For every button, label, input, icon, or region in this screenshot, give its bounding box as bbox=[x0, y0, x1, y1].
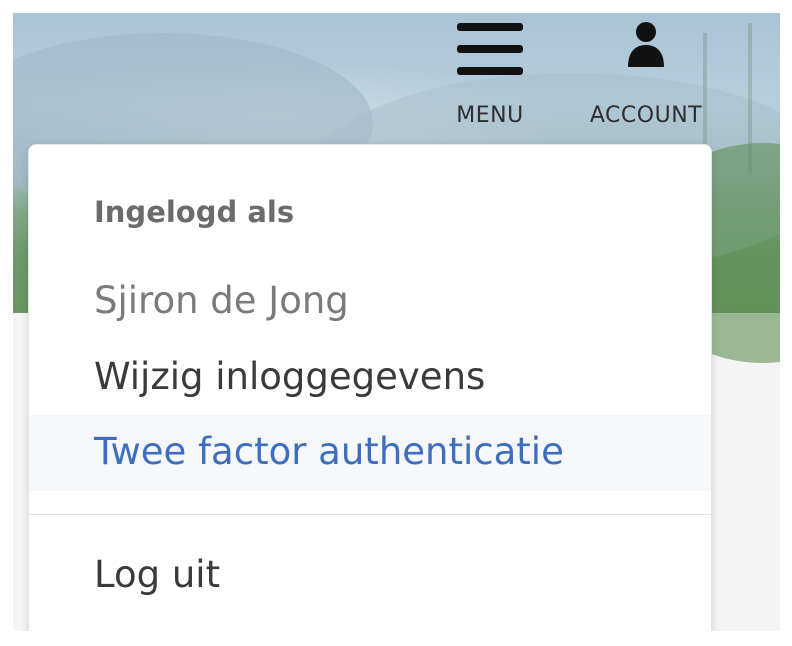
logout-item[interactable]: Log uit bbox=[29, 538, 711, 614]
menu-button[interactable]: MENU bbox=[443, 21, 537, 131]
logged-in-as-heading: Ingelogd als bbox=[94, 195, 295, 229]
menu-divider bbox=[29, 514, 711, 515]
edit-login-details-item[interactable]: Wijzig inloggegevens bbox=[29, 340, 711, 416]
edit-login-details-label: Wijzig inloggegevens bbox=[94, 355, 486, 398]
two-factor-authentication-item[interactable]: Twee factor authenticatie bbox=[29, 415, 711, 491]
menu-label: MENU bbox=[456, 103, 524, 128]
tree-shape bbox=[748, 23, 752, 173]
page-viewport: MENU ACCOUNT Ingelogd als Sjiron de Jong… bbox=[13, 13, 780, 631]
hamburger-menu-icon bbox=[457, 23, 523, 75]
account-label: ACCOUNT bbox=[589, 103, 703, 128]
two-factor-authentication-label: Twee factor authenticatie bbox=[94, 430, 564, 473]
logout-label: Log uit bbox=[94, 553, 221, 596]
account-dropdown-menu: Ingelogd als Sjiron de Jong Wijzig inlog… bbox=[28, 144, 712, 631]
person-icon bbox=[628, 22, 664, 67]
account-button[interactable]: ACCOUNT bbox=[573, 21, 719, 131]
username-label: Sjiron de Jong bbox=[94, 279, 349, 322]
